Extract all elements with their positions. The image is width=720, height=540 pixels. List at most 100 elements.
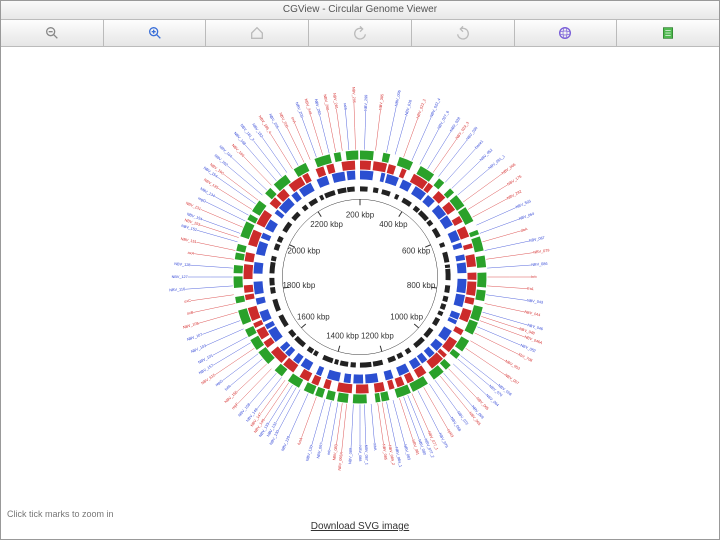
feature-label[interactable]: fusA (297, 437, 304, 446)
feature-leader (206, 329, 244, 346)
feature-label[interactable]: NBV_209 (295, 102, 304, 119)
feature-label[interactable]: NBV_282 (506, 189, 522, 200)
tick-mark[interactable] (318, 212, 321, 217)
inner-blue-segment (385, 174, 399, 186)
ticks-black-segment (445, 269, 450, 281)
tick-mark[interactable] (380, 346, 382, 352)
feature-label[interactable]: NBV_127 (172, 275, 188, 279)
export-button[interactable] (617, 20, 719, 46)
feature-label[interactable]: NBV_260 (314, 99, 322, 116)
feature-label[interactable]: NBV_052 (479, 148, 493, 162)
feature-label[interactable]: NBV_176 (507, 175, 523, 187)
feature-label[interactable]: NBV_016 (404, 99, 412, 116)
feature-label[interactable]: NBV_022_4 (429, 98, 441, 118)
feature-label[interactable]: NBV_281 (332, 93, 338, 110)
feature-leader (237, 364, 267, 392)
feature-label[interactable]: daA (520, 227, 528, 233)
feature-leader (261, 380, 285, 413)
feature-label[interactable]: oxC (184, 299, 191, 304)
outer-green-segment (382, 153, 391, 163)
feature-label[interactable]: NBV_134 (199, 187, 215, 198)
mid-red-segment (464, 297, 474, 305)
full-view-button[interactable] (515, 20, 618, 46)
feature-label[interactable]: oxA (290, 116, 296, 124)
feature-label[interactable]: tulA (224, 384, 232, 392)
feature-label[interactable]: NBV_046A (524, 335, 543, 345)
home-button[interactable] (206, 20, 309, 46)
feature-label[interactable]: NBV_268 (323, 94, 330, 111)
zoom-out-button[interactable] (1, 20, 104, 46)
feature-label[interactable]: NBV_131 (185, 201, 201, 211)
tick-mark[interactable] (414, 324, 419, 328)
feature-label[interactable]: NBV_083 (332, 444, 338, 461)
feature-label[interactable]: NBV_103 (190, 344, 206, 354)
feature-label[interactable]: NBV_093A (338, 451, 344, 470)
feature-label[interactable]: base1 (474, 139, 484, 149)
feature-label[interactable]: NBV_295 (351, 87, 356, 103)
feature-label[interactable]: NBV_205 (268, 113, 279, 129)
feature-label[interactable]: mb (327, 449, 332, 455)
feature-label[interactable]: raM (343, 103, 348, 110)
feature-label[interactable]: repG (215, 379, 224, 387)
feature-label[interactable]: NBV_128 (174, 262, 190, 267)
feature-label[interactable]: NBV_151 (180, 237, 197, 244)
feature-label[interactable]: NBV_085 (381, 444, 387, 461)
feature-label[interactable]: NBV_027_6 (437, 110, 450, 130)
home-icon (249, 25, 265, 41)
feature-label[interactable]: axA (187, 251, 194, 256)
feature-label[interactable]: NBV_057 (504, 373, 520, 385)
feature-leader (328, 110, 336, 152)
feature-label[interactable]: NBV_006 (394, 90, 401, 107)
feature-label[interactable]: NBV_067 (529, 236, 546, 243)
feature-label[interactable]: fra1 (527, 287, 534, 291)
genome-canvas[interactable]: 200 kbp400 kbp600 kbp800 kbp1000 kbp1200… (1, 45, 719, 509)
feature-label[interactable]: XbV_708 (517, 352, 533, 362)
outer-green-segment (245, 326, 257, 337)
feature-label[interactable]: NBV_166 (231, 143, 245, 157)
feature-label[interactable]: NBV_108 (183, 321, 200, 329)
feature-label[interactable]: NBV_087_1 (364, 445, 369, 465)
mid-red-segment (453, 326, 463, 335)
tick-mark[interactable] (301, 324, 306, 328)
feature-label[interactable]: NBV_107 (186, 333, 203, 342)
feature-label[interactable]: NBV_064 (518, 212, 535, 221)
feature-label[interactable]: NBV_097 (316, 442, 324, 459)
feature-label[interactable]: NBV_305 (379, 94, 385, 110)
feature-label[interactable]: NBV_086 (531, 262, 547, 267)
ticks-black-segment (373, 187, 379, 193)
feature-label[interactable]: NBV_088 (358, 445, 362, 461)
feature-label[interactable]: NBV_083 (403, 444, 411, 461)
outer-green-segment (247, 214, 258, 223)
feature-label[interactable]: NBV_066 (501, 163, 516, 176)
feature-label[interactable]: opR3 (446, 428, 454, 438)
feature-label[interactable]: NBV_206 (278, 112, 289, 128)
tick-mark[interactable] (399, 212, 402, 217)
feature-label[interactable]: NBV_299 (364, 95, 369, 111)
forward-button[interactable] (412, 20, 515, 46)
feature-label[interactable]: NBV_129 (281, 435, 291, 451)
feature-label[interactable]: NBV_116 (169, 287, 185, 292)
zoom-in-button[interactable] (104, 20, 207, 46)
feature-label[interactable]: NBV_043 (527, 298, 544, 304)
feature-leader (257, 377, 282, 408)
feature-label[interactable]: NBV_053 (505, 359, 521, 371)
feature-label[interactable]: NBV_076 (438, 432, 449, 448)
feature-label[interactable]: hrb (531, 275, 536, 279)
feature-label[interactable]: NBV_089 (348, 448, 353, 464)
feature-label[interactable]: NBV_248 (304, 98, 313, 115)
download-svg-link[interactable]: Download SVG image (311, 521, 409, 532)
feature-label[interactable]: NBV_030 (465, 126, 478, 141)
feature-label[interactable]: oxB (186, 310, 194, 315)
feature-label[interactable]: NBV_079 (533, 248, 550, 254)
feature-label[interactable]: NBV_061_1 (488, 154, 506, 170)
feature-label[interactable]: NBV_022_2 (416, 98, 427, 118)
tick-mark[interactable] (338, 346, 340, 352)
feature-label[interactable]: regG (197, 196, 206, 203)
feature-label[interactable]: NBV_084_2 (388, 445, 395, 466)
feature-label[interactable]: NBV_044 (524, 310, 541, 317)
back-button[interactable] (309, 20, 412, 46)
feature-label[interactable]: NBV_052 (520, 343, 536, 353)
feature-label[interactable]: NBV_120 (305, 445, 313, 462)
feature-label[interactable]: mhA (373, 443, 378, 452)
feature-label[interactable]: NBV_503 (515, 199, 531, 209)
